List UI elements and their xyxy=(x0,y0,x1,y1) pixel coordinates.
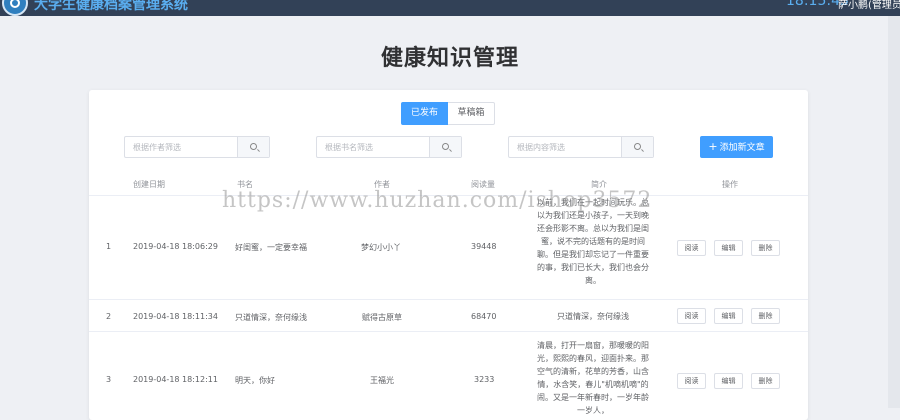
school-logo-icon xyxy=(2,0,28,16)
row-intro: 清晨，打开一扇窗，那暖暖的阳光，熙熙的春风，迎面扑来。那空气的清新，花草的芳香，… xyxy=(537,341,649,415)
book-search-input[interactable] xyxy=(317,137,429,157)
edit-button[interactable]: 编辑 xyxy=(714,240,743,256)
column-header-author: 作者 xyxy=(374,180,390,189)
page-scrollbar[interactable] xyxy=(888,16,900,408)
delete-button[interactable]: 删除 xyxy=(751,240,780,256)
row-intro: 只道情深，奈何缘浅 xyxy=(557,312,629,321)
author-search-button[interactable] xyxy=(237,137,269,157)
column-header-title: 书名 xyxy=(237,180,253,189)
row-reads: 39448 xyxy=(471,242,497,251)
edit-button[interactable]: 编辑 xyxy=(714,308,743,324)
add-article-label: 添加新文章 xyxy=(719,143,765,153)
content-card: 已发布 草稿箱 +添加新文章 创建日期 书名 作者 阅读量 简介 操作 1 20… xyxy=(89,90,808,420)
edit-button[interactable]: 编辑 xyxy=(714,373,743,389)
add-article-button[interactable]: + 添加新文章 xyxy=(700,136,773,158)
user-menu[interactable]: 萨小鹏(管理员) xyxy=(838,0,900,11)
tab-drafts[interactable]: 草稿箱 xyxy=(448,102,495,125)
search-icon xyxy=(634,143,641,150)
column-header-actions: 操作 xyxy=(722,180,738,189)
status-tabs: 已发布 草稿箱 xyxy=(401,102,495,125)
row-title: 只道情深，奈何缘浅 xyxy=(235,313,307,322)
author-search xyxy=(124,136,270,158)
system-title: 大学生健康档案管理系统 xyxy=(34,0,188,13)
column-header-reads: 阅读量 xyxy=(471,180,495,189)
row-actions: 阅读 编辑 删除 xyxy=(677,308,780,324)
row-date: 2019-04-18 18:12:11 xyxy=(133,375,218,384)
tab-published[interactable]: 已发布 xyxy=(401,102,448,125)
row-index: 1 xyxy=(106,242,112,251)
book-search-button[interactable] xyxy=(429,137,461,157)
row-author: 王福光 xyxy=(370,376,394,385)
row-author: 梦幻小小丫 xyxy=(361,243,401,252)
row-date: 2019-04-18 18:06:29 xyxy=(133,242,218,251)
row-reads: 68470 xyxy=(471,312,497,321)
read-button[interactable]: 阅读 xyxy=(677,373,706,389)
row-reads: 3233 xyxy=(474,375,495,384)
read-button[interactable]: 阅读 xyxy=(677,308,706,324)
row-title: 明天，你好 xyxy=(235,376,275,385)
row-intro: 以前，我们在一起时间玩乐。总以为我们还是小孩子，一天到晚还会形影不离。总以为我们… xyxy=(537,198,649,285)
search-icon xyxy=(442,143,449,150)
delete-button[interactable]: 删除 xyxy=(751,373,780,389)
table-header: 创建日期 书名 作者 阅读量 简介 操作 xyxy=(89,172,808,196)
top-navigation-bar: 大学生健康档案管理系统 18:15:43 萨小鹏(管理员) xyxy=(0,0,900,16)
content-search-button[interactable] xyxy=(621,137,653,157)
author-search-input[interactable] xyxy=(125,137,237,157)
table-row: 3 2019-04-18 18:12:11 明天，你好 王福光 3233 清晨，… xyxy=(89,333,808,420)
row-actions: 阅读 编辑 删除 xyxy=(677,240,780,256)
search-icon xyxy=(250,143,257,150)
delete-button[interactable]: 删除 xyxy=(751,308,780,324)
page-title: 健康知识管理 xyxy=(380,46,519,71)
book-search xyxy=(316,136,462,158)
row-index: 2 xyxy=(106,312,112,321)
column-header-intro: 简介 xyxy=(591,180,607,189)
row-author: 赋得古原草 xyxy=(362,313,402,322)
table-row: 1 2019-04-18 18:06:29 好闺蜜，一定要幸福 梦幻小小丫 39… xyxy=(89,196,808,300)
plus-icon: + xyxy=(708,140,718,153)
content-search xyxy=(508,136,654,158)
read-button[interactable]: 阅读 xyxy=(677,240,706,256)
column-header-date: 创建日期 xyxy=(133,180,165,189)
row-actions: 阅读 编辑 删除 xyxy=(677,373,780,389)
row-date: 2019-04-18 18:11:34 xyxy=(133,312,218,321)
row-title: 好闺蜜，一定要幸福 xyxy=(235,243,307,252)
content-search-input[interactable] xyxy=(509,137,621,157)
table-row: 2 2019-04-18 18:11:34 只道情深，奈何缘浅 赋得古原草 68… xyxy=(89,300,808,332)
row-index: 3 xyxy=(106,375,112,384)
